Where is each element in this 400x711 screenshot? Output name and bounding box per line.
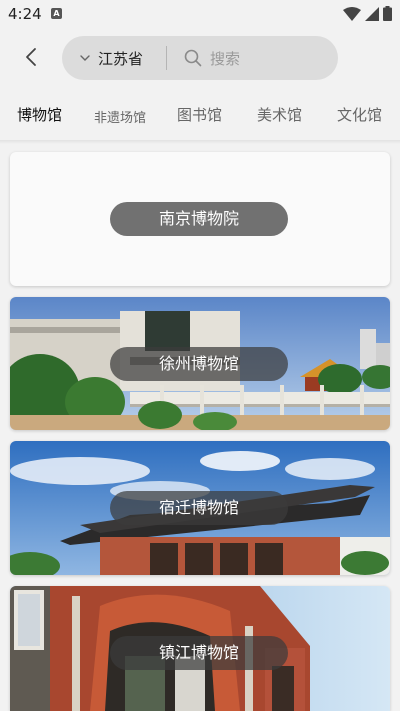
province-selector[interactable]: 江苏省 <box>80 36 143 80</box>
museum-card[interactable]: 南京博物院 <box>10 152 390 286</box>
museum-card[interactable]: 徐州博物馆 <box>10 297 390 430</box>
wifi-icon <box>343 6 361 21</box>
tab-cultural-center[interactable]: 文化馆 <box>337 104 382 125</box>
category-tabs: 博物馆 非遗场馆 图书馆 美术馆 文化馆 <box>0 92 400 138</box>
tab-library[interactable]: 图书馆 <box>177 104 222 125</box>
status-icons <box>343 6 392 21</box>
status-bar: 4:24 A <box>0 0 400 28</box>
search-bar: 江苏省 搜索 <box>62 36 338 80</box>
search-input[interactable]: 搜索 <box>184 36 240 80</box>
battery-icon <box>383 6 392 21</box>
museum-name: 镇江博物馆 <box>110 636 288 670</box>
header: 江苏省 搜索 <box>0 28 400 88</box>
divider <box>166 46 167 70</box>
chevron-left-icon <box>26 48 36 66</box>
museum-name: 南京博物院 <box>110 202 288 236</box>
search-icon <box>184 49 202 67</box>
notification-icon: A <box>51 8 62 19</box>
back-button[interactable] <box>16 42 46 72</box>
status-time: 4:24 <box>8 5 42 23</box>
tab-heritage-venue[interactable]: 非遗场馆 <box>94 107 146 126</box>
tab-museum[interactable]: 博物馆 <box>17 104 62 125</box>
museum-name: 宿迁博物馆 <box>110 491 288 525</box>
search-placeholder: 搜索 <box>210 49 241 68</box>
museum-name: 徐州博物馆 <box>110 347 288 381</box>
museum-card[interactable]: 宿迁博物馆 <box>10 441 390 575</box>
museum-card[interactable]: 镇江博物馆 <box>10 586 390 711</box>
province-label: 江苏省 <box>98 49 144 68</box>
signal-icon <box>365 6 379 21</box>
tabs-divider <box>0 140 400 144</box>
chevron-down-icon <box>80 54 90 61</box>
tab-art-gallery[interactable]: 美术馆 <box>257 104 302 125</box>
